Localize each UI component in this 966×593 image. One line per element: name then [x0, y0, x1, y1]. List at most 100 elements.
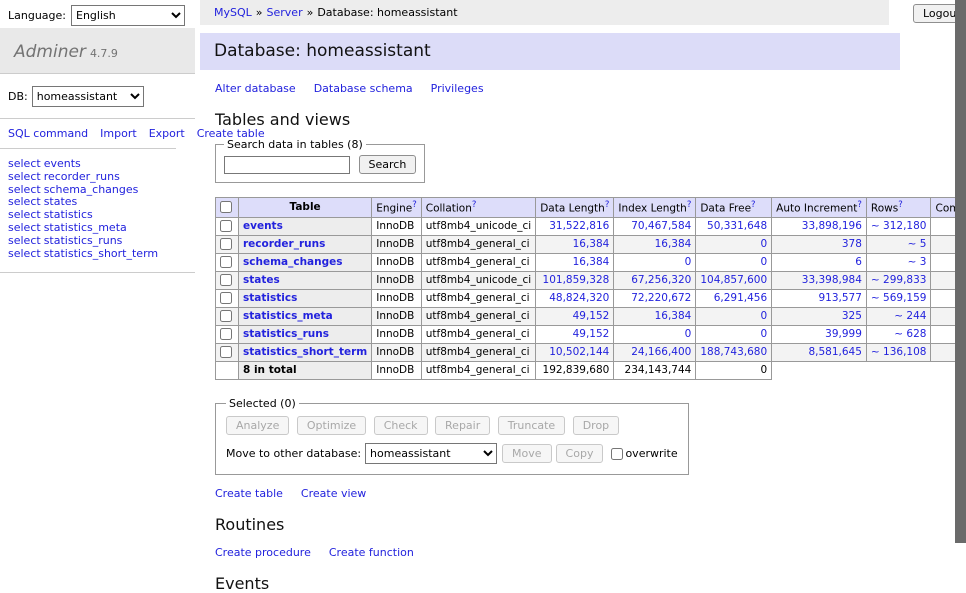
overwrite-checkbox[interactable] [611, 448, 623, 460]
index-length-link[interactable]: 67,256,320 [631, 274, 691, 286]
help-link[interactable]: ? [412, 200, 417, 210]
export-link[interactable]: Export [149, 127, 185, 140]
select-link[interactable]: select [8, 234, 41, 247]
index-length-link[interactable]: 0 [685, 256, 692, 268]
search-button[interactable]: Search [359, 155, 417, 174]
data-length-link[interactable]: 101,859,328 [543, 274, 610, 286]
create-function-link[interactable]: Create function [329, 546, 414, 559]
select-link[interactable]: select [8, 195, 41, 208]
data-length-link[interactable]: 48,824,320 [549, 292, 609, 304]
auto-increment-link[interactable]: 913,577 [819, 292, 862, 304]
rows-link[interactable]: ~ 628 [894, 328, 926, 340]
import-link[interactable]: Import [100, 127, 137, 140]
row-checkbox[interactable] [220, 310, 232, 322]
select-link[interactable]: select [8, 208, 41, 221]
data-length-link[interactable]: 16,384 [573, 256, 610, 268]
select-link[interactable]: select [8, 221, 41, 234]
row-checkbox[interactable] [220, 292, 232, 304]
table-link[interactable]: events [243, 220, 283, 232]
table-link[interactable]: states [243, 274, 280, 286]
move-db-select[interactable]: homeassistant [365, 443, 497, 464]
data-free-link[interactable]: 0 [760, 328, 767, 340]
data-free-link[interactable]: 0 [760, 256, 767, 268]
select-link[interactable]: select [8, 170, 41, 183]
database-schema-link[interactable]: Database schema [314, 82, 413, 95]
rows-link[interactable]: ~ 5 [908, 238, 927, 250]
row-checkbox[interactable] [220, 220, 232, 232]
table-name-link[interactable]: statistics_runs [44, 234, 123, 247]
sql-command-link[interactable]: SQL command [8, 127, 88, 140]
rows-link[interactable]: ~ 136,108 [871, 346, 927, 358]
help-link[interactable]: ? [605, 200, 610, 210]
breadcrumb-server-link[interactable]: Server [267, 6, 303, 19]
row-checkbox[interactable] [220, 346, 232, 358]
auto-increment-link[interactable]: 325 [842, 310, 862, 322]
data-length-link[interactable]: 31,522,816 [549, 220, 609, 232]
help-link[interactable]: ? [687, 200, 692, 210]
search-input[interactable] [224, 156, 350, 174]
select-all-checkbox[interactable] [220, 201, 232, 213]
language-select[interactable]: English [71, 5, 185, 26]
table-link[interactable]: statistics_short_term [243, 346, 367, 358]
row-checkbox[interactable] [220, 238, 232, 250]
help-link[interactable]: ? [857, 200, 862, 210]
table-link[interactable]: statistics_meta [243, 310, 333, 322]
data-free-link[interactable]: 104,857,600 [700, 274, 767, 286]
rows-link[interactable]: ~ 299,833 [871, 274, 927, 286]
select-link[interactable]: select [8, 157, 41, 170]
data-length-link[interactable]: 16,384 [573, 238, 610, 250]
select-link[interactable]: select [8, 247, 41, 260]
table-link[interactable]: statistics_runs [243, 328, 329, 340]
help-link[interactable]: ? [898, 200, 903, 210]
privileges-link[interactable]: Privileges [431, 82, 484, 95]
data-length-link[interactable]: 10,502,144 [549, 346, 609, 358]
index-length-link[interactable]: 16,384 [655, 238, 692, 250]
table-name-link[interactable]: statistics_meta [44, 221, 127, 234]
auto-increment-link[interactable]: 8,581,645 [808, 346, 861, 358]
rows-link[interactable]: ~ 3 [908, 256, 927, 268]
table-name-link[interactable]: recorder_runs [44, 170, 120, 183]
data-free-link[interactable]: 50,331,648 [707, 220, 767, 232]
index-length-link[interactable]: 70,467,584 [631, 220, 691, 232]
data-free-link[interactable]: 6,291,456 [714, 292, 767, 304]
rows-link[interactable]: ~ 312,180 [871, 220, 927, 232]
table-name-link[interactable]: statistics_short_term [44, 247, 158, 260]
help-link[interactable]: ? [751, 200, 756, 210]
auto-increment-link[interactable]: 39,999 [825, 328, 862, 340]
rows-link[interactable]: ~ 244 [894, 310, 926, 322]
create-view-link[interactable]: Create view [301, 487, 366, 500]
create-procedure-link[interactable]: Create procedure [215, 546, 311, 559]
help-link[interactable]: ? [472, 200, 477, 210]
row-checkbox[interactable] [220, 328, 232, 340]
data-free-link[interactable]: 188,743,680 [700, 346, 767, 358]
scrollbar[interactable] [955, 0, 966, 543]
sidebar-tables-list: selectevents selectrecorder_runs selects… [0, 149, 195, 273]
index-length-link[interactable]: 72,220,672 [631, 292, 691, 304]
row-checkbox[interactable] [220, 256, 232, 268]
auto-increment-link[interactable]: 6 [855, 256, 862, 268]
table-name-link[interactable]: states [44, 195, 78, 208]
create-table-link[interactable]: Create table [215, 487, 283, 500]
table-name-link[interactable]: schema_changes [44, 183, 139, 196]
table-link[interactable]: recorder_runs [243, 238, 325, 250]
auto-increment-link[interactable]: 33,898,196 [802, 220, 862, 232]
alter-database-link[interactable]: Alter database [215, 82, 296, 95]
index-length-link[interactable]: 16,384 [655, 310, 692, 322]
data-free-link[interactable]: 0 [760, 238, 767, 250]
data-length-link[interactable]: 49,152 [573, 310, 610, 322]
auto-increment-link[interactable]: 33,398,984 [802, 274, 862, 286]
select-link[interactable]: select [8, 183, 41, 196]
table-link[interactable]: statistics [243, 292, 297, 304]
data-free-link[interactable]: 0 [760, 310, 767, 322]
breadcrumb-mysql-link[interactable]: MySQL [214, 6, 252, 19]
data-length-link[interactable]: 49,152 [573, 328, 610, 340]
index-length-link[interactable]: 24,166,400 [631, 346, 691, 358]
row-checkbox[interactable] [220, 274, 232, 286]
table-link[interactable]: schema_changes [243, 256, 343, 268]
table-name-link[interactable]: events [44, 157, 81, 170]
auto-increment-link[interactable]: 378 [842, 238, 862, 250]
rows-link[interactable]: ~ 569,159 [871, 292, 927, 304]
index-length-link[interactable]: 0 [685, 328, 692, 340]
table-name-link[interactable]: statistics [44, 208, 93, 221]
db-select[interactable]: homeassistant [32, 86, 144, 107]
